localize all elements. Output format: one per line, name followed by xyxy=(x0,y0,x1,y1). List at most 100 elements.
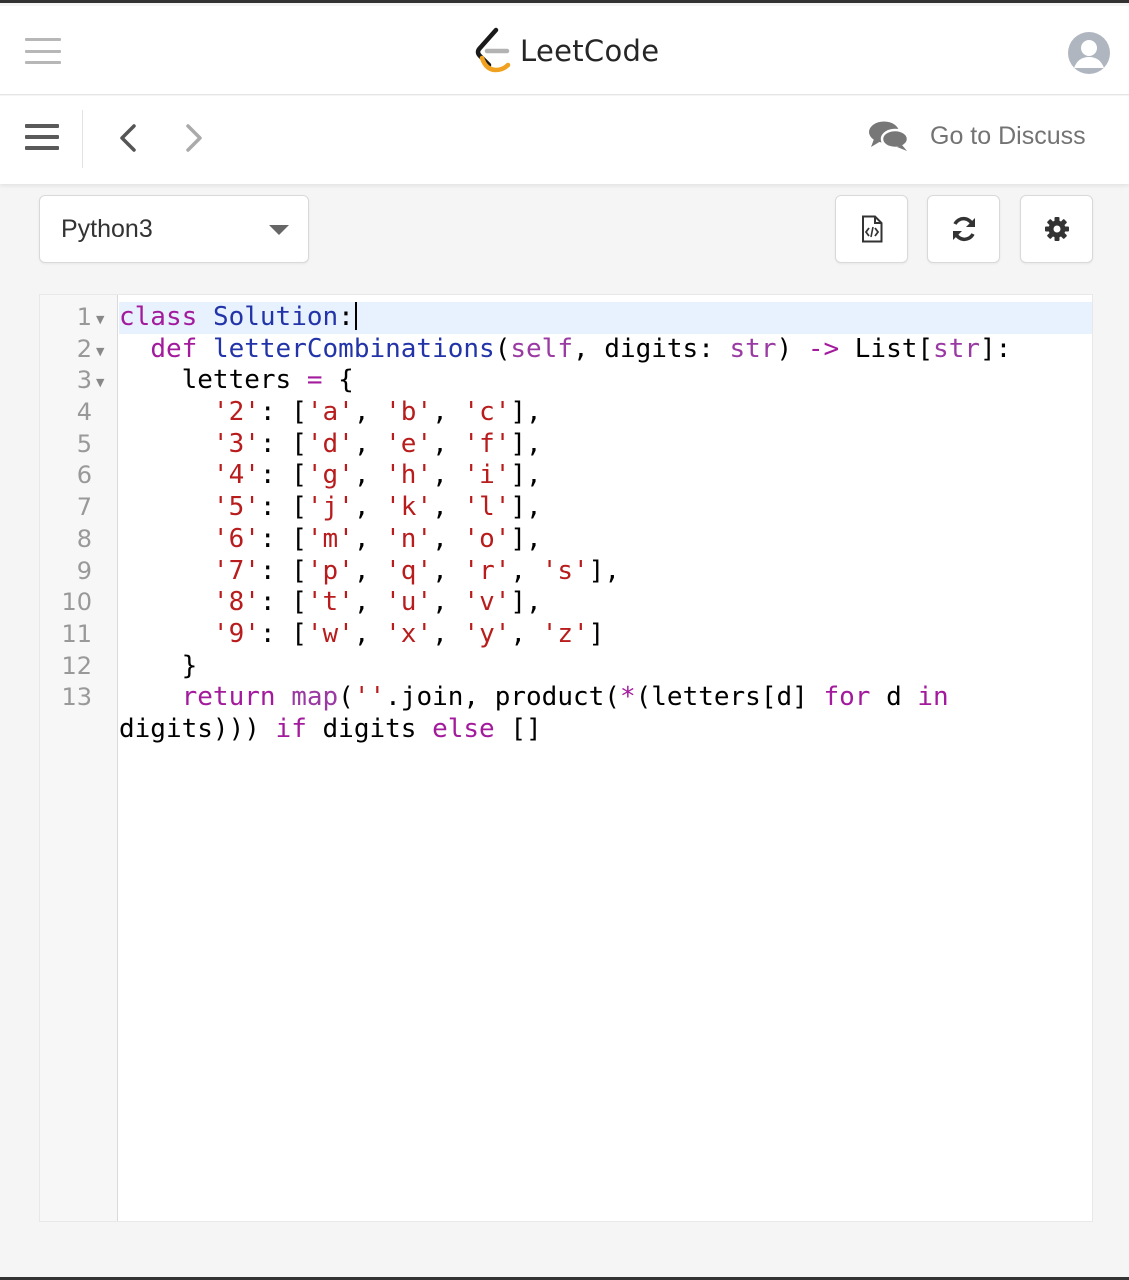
fold-arrow-icon[interactable]: ▼ xyxy=(96,304,104,336)
code-token: , xyxy=(353,618,386,649)
code-line[interactable]: 6 '4': ['g', 'h', 'i'], xyxy=(77,460,1092,492)
code-line[interactable]: 8 '6': ['m', 'n', 'o'], xyxy=(77,523,1092,556)
refresh-icon xyxy=(952,216,975,242)
line-number: 4 xyxy=(76,398,92,427)
code-token: , xyxy=(432,555,464,586)
code-token: for xyxy=(823,682,871,713)
code-token: , xyxy=(353,428,386,459)
code-token: if xyxy=(275,713,307,744)
fold-arrow-icon[interactable]: ▼ xyxy=(96,367,104,399)
toolbar-divider xyxy=(82,110,83,168)
comments-icon xyxy=(869,121,910,151)
leetcode-logo[interactable]: LeetCode xyxy=(472,26,659,76)
retrieve-code-button[interactable] xyxy=(835,195,908,263)
code-token: , xyxy=(432,397,464,428)
code-token: 'x' xyxy=(385,618,433,649)
code-token: : [ xyxy=(259,555,307,586)
code-token: , xyxy=(353,523,386,554)
code-token: '4' xyxy=(212,460,260,491)
code-line[interactable]: digits))) if digits else [] xyxy=(119,714,1092,746)
user-avatar-icon[interactable] xyxy=(1068,32,1110,74)
text-cursor xyxy=(354,301,357,330)
logo-text: LeetCode xyxy=(520,34,660,68)
code-line[interactable]: 10 '8': ['t', 'u', 'v'], xyxy=(61,587,1092,619)
code-token: '' xyxy=(353,682,386,713)
line-number: 6 xyxy=(76,461,92,490)
language-select[interactable]: Python3 xyxy=(39,195,309,263)
code-token: 'a' xyxy=(306,397,354,428)
code-line[interactable]: 3 ▼ letters = { xyxy=(77,365,1092,397)
chevron-left-icon[interactable] xyxy=(114,122,142,154)
code-token: (letters[d] xyxy=(635,682,824,713)
code-token: 'g' xyxy=(306,460,354,491)
code-token: , xyxy=(432,523,464,554)
line-number: 3 xyxy=(76,366,92,395)
code-token: '8' xyxy=(212,587,260,618)
code-line[interactable]: 5 '3': ['d', 'e', 'f'], xyxy=(77,428,1092,461)
reset-code-button[interactable] xyxy=(927,195,1000,263)
code-token: ], xyxy=(510,492,542,523)
editor-toolbar: Go to Discuss xyxy=(0,96,1129,184)
code-token: in xyxy=(917,682,949,713)
code-token: 'd' xyxy=(306,428,354,459)
code-token: 'o' xyxy=(463,523,511,554)
code-token: ]: xyxy=(980,333,1012,364)
code-token: 'm' xyxy=(306,523,354,554)
code-line[interactable]: 13 return map(''.join, product(*(letters… xyxy=(61,682,1092,714)
code-line[interactable]: 2 ▼ def letterCombinations(self, digits: … xyxy=(77,333,1092,366)
code-token: 'l' xyxy=(463,492,511,523)
leetcode-logo-icon xyxy=(475,27,511,73)
code-token: , xyxy=(353,492,386,523)
code-line[interactable]: 12 } xyxy=(61,651,1092,683)
code-token: 'n' xyxy=(385,523,433,554)
code-token: [] xyxy=(494,713,542,744)
editor-settings-button[interactable] xyxy=(1020,195,1093,263)
code-token: ( xyxy=(494,333,511,364)
hamburger-icon[interactable] xyxy=(25,38,61,64)
code-token: : xyxy=(338,302,354,332)
fold-arrow-icon[interactable]: ▼ xyxy=(96,336,104,368)
code-token: 'f' xyxy=(463,428,511,459)
line-number: 8 xyxy=(76,524,92,553)
code-token: = xyxy=(306,365,323,396)
go-to-discuss-button[interactable]: Go to Discuss xyxy=(868,116,1086,156)
code-token: , xyxy=(432,618,464,649)
code-token: self xyxy=(510,333,573,364)
code-token: 'q' xyxy=(385,555,433,586)
code-token: , xyxy=(432,492,464,523)
code-token: , xyxy=(353,460,386,491)
chevron-right-icon[interactable] xyxy=(180,122,208,154)
line-number: 5 xyxy=(76,429,92,458)
code-line[interactable]: 7 '5': ['j', 'k', 'l'], xyxy=(77,492,1092,524)
code-token: return xyxy=(181,682,276,713)
caret-down-icon xyxy=(269,225,289,235)
code-token: ], xyxy=(510,428,542,459)
code-token: str xyxy=(729,333,777,364)
code-token: 'b' xyxy=(385,397,433,428)
code-token: '2' xyxy=(212,397,260,428)
code-line[interactable]: 9 '7': ['p', 'q', 'r', 's'], xyxy=(77,555,1092,588)
code-line[interactable]: 11 '9': ['w', 'x', 'y', 'z'] xyxy=(61,618,1092,651)
line-number: 7 xyxy=(76,493,92,522)
code-line[interactable]: 4 '2': ['a', 'b', 'c'], xyxy=(77,397,1092,429)
code-line[interactable]: 1 ▼ class Solution: xyxy=(77,301,1092,334)
code-content[interactable]: 1 ▼ class Solution: 2 ▼ def letterCombinatio… xyxy=(61,301,1092,746)
code-editor[interactable]: 1 ▼ class Solution: 2 ▼ def letterCombinatio… xyxy=(39,294,1093,1222)
code-token: , xyxy=(432,460,464,491)
top-header: LeetCode xyxy=(0,6,1129,95)
code-token: letterCombinations xyxy=(212,333,495,364)
line-number: 10 xyxy=(61,588,92,617)
line-number: 12 xyxy=(61,651,92,680)
code-token: ], xyxy=(510,460,542,491)
menu-icon[interactable] xyxy=(25,124,59,150)
code-token: ], xyxy=(510,397,542,428)
code-token: '5' xyxy=(212,492,260,523)
